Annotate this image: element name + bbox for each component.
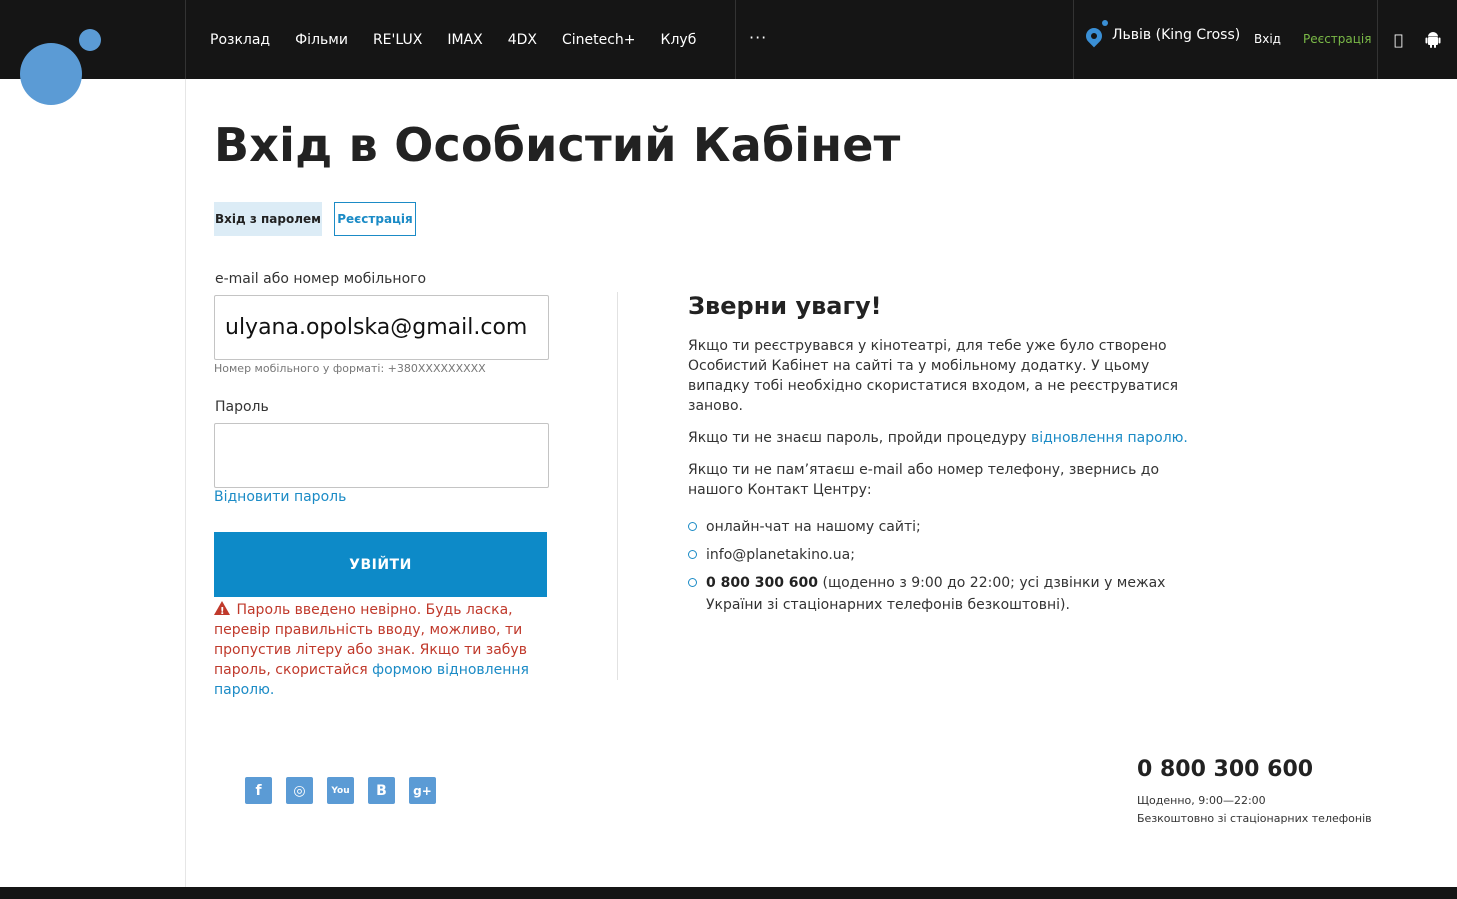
notice-title: Зверни увагу!: [688, 292, 882, 320]
tab-login-password[interactable]: Вхід з паролем: [214, 202, 322, 236]
list-item: info@planetakino.ua;: [688, 544, 1208, 566]
password-label: Пароль: [215, 399, 269, 415]
contact-list: онлайн-чат на нашому сайті; info@planeta…: [688, 516, 1208, 616]
email-label: e-mail або номер мобільного: [215, 271, 427, 287]
more-menu-button[interactable]: ···: [749, 28, 767, 47]
footer-phone: 0 800 300 600: [1137, 757, 1314, 782]
nav-divider: [1073, 0, 1074, 79]
logo[interactable]: [0, 0, 185, 110]
facebook-icon[interactable]: f: [245, 777, 272, 804]
instagram-icon[interactable]: ◎: [286, 777, 313, 804]
location-pin-icon: [1082, 20, 1108, 50]
notice-paragraph: Якщо ти не пам’ятаєш e-mail або номер те…: [688, 462, 1160, 498]
nav-item-schedule[interactable]: Розклад: [210, 32, 270, 48]
logo-circle-large: [20, 43, 82, 105]
tab-register[interactable]: Реєстрація: [334, 202, 416, 236]
google-plus-icon[interactable]: g+: [409, 777, 436, 804]
email-field[interactable]: [214, 295, 549, 360]
nav-item-club[interactable]: Клуб: [661, 32, 697, 48]
nav-item-4dx[interactable]: 4DX: [508, 32, 537, 48]
list-item: онлайн-чат на нашому сайті;: [688, 516, 1208, 538]
nav-item-relux[interactable]: RE'LUX: [373, 32, 422, 48]
content-left-border: [185, 79, 186, 887]
notice-text: Якщо ти не знаєш пароль, пройди процедур…: [688, 430, 1027, 446]
notice-paragraph: Якщо ти реєструвався у кінотеатрі, для т…: [688, 338, 1179, 414]
nav-item-imax[interactable]: IMAX: [447, 32, 482, 48]
footer-hours: Щоденно, 9:00—22:00: [1137, 794, 1266, 807]
warning-icon: [214, 601, 230, 622]
header-register-link[interactable]: Реєстрація: [1303, 32, 1371, 46]
main-nav: Розклад Фільми RE'LUX IMAX 4DX Cinetech+…: [185, 0, 696, 79]
restore-password-procedure-link[interactable]: відновлення паролю.: [1031, 430, 1188, 446]
youtube-icon[interactable]: You: [327, 777, 354, 804]
nav-divider: [735, 0, 736, 79]
social-links: f ◎ You B g+: [245, 777, 450, 804]
nav-divider: [1377, 0, 1378, 79]
notice-panel: Зверни увагу! Якщо ти реєструвався у кін…: [688, 292, 1208, 622]
email-hint: Номер мобільного у форматі: +380XXXXXXXX…: [214, 362, 486, 375]
login-submit-button[interactable]: УВІЙТИ: [214, 532, 547, 597]
android-icon[interactable]: [1425, 31, 1441, 53]
list-item: 0 800 300 600 (щоденно з 9:00 до 22:00; …: [688, 572, 1208, 616]
nav-item-cinetech[interactable]: Cinetech+: [562, 32, 636, 48]
city-name: Львів (King Cross): [1112, 27, 1241, 43]
password-field[interactable]: [214, 423, 549, 488]
nav-item-films[interactable]: Фільми: [295, 32, 348, 48]
vk-icon[interactable]: B: [368, 777, 395, 804]
logo-circle-small: [79, 29, 101, 51]
bottom-bar: [0, 887, 1457, 899]
notice-paragraph: Якщо ти не знаєш пароль, пройди процедур…: [688, 428, 1208, 448]
contact-phone: 0 800 300 600: [706, 575, 819, 591]
restore-password-link[interactable]: Відновити пароль: [214, 489, 346, 505]
column-divider: [617, 292, 618, 680]
header-login-link[interactable]: Вхід: [1254, 32, 1281, 46]
page-title: Вхід в Особистий Кабінет: [214, 118, 901, 172]
footer-free-note: Безкоштовно зі стаціонарних телефонів: [1137, 812, 1372, 825]
apple-icon[interactable]: : [1394, 31, 1403, 49]
login-error-message: Пароль введено невірно. Будь ласка, пере…: [214, 600, 554, 700]
city-selector[interactable]: Львів (King Cross): [1082, 20, 1241, 50]
